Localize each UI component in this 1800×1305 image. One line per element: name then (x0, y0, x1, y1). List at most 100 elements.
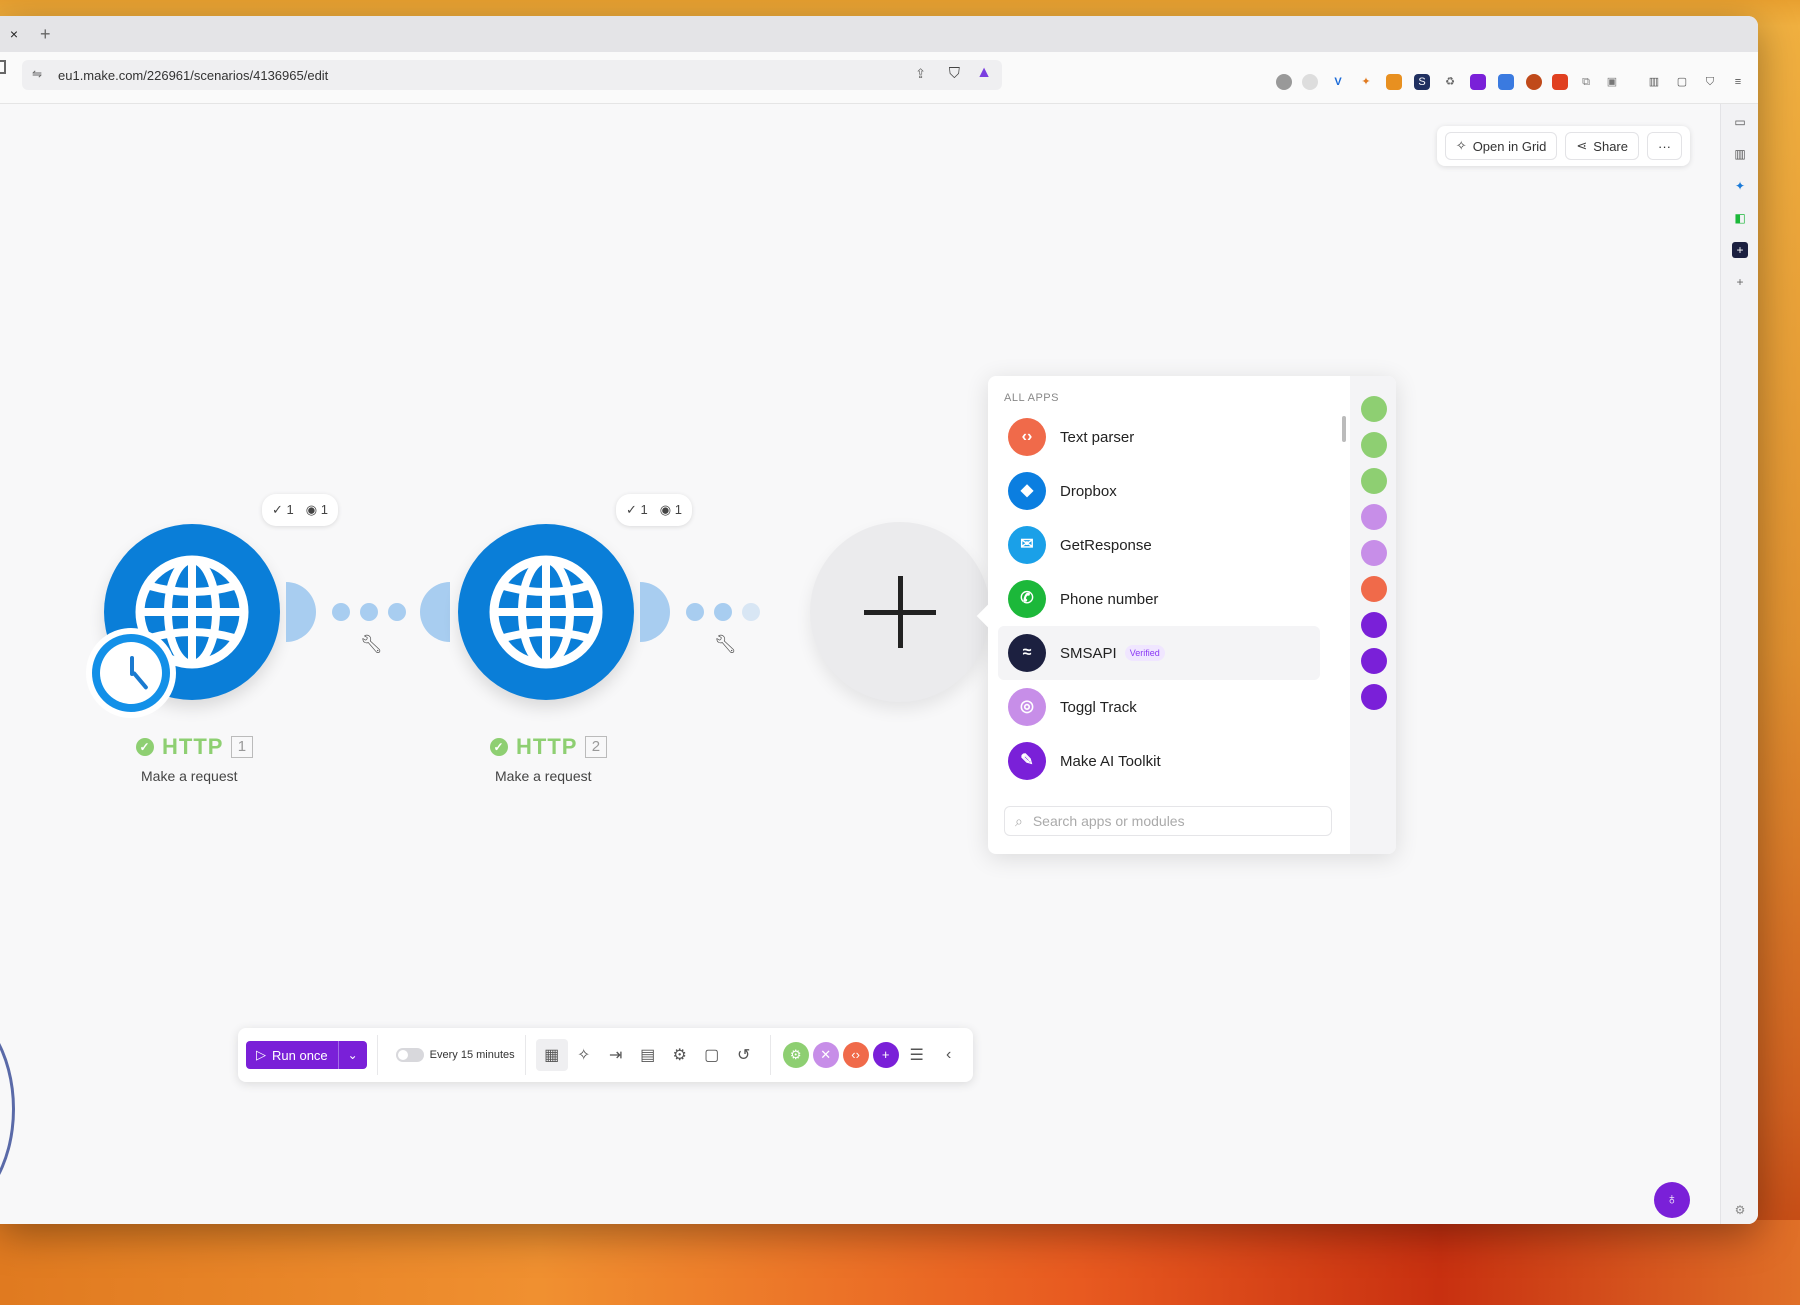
address-bar[interactable]: ⇋ eu1.make.com/226961/scenarios/4136965/… (22, 60, 1002, 90)
wallet-icon[interactable]: ▢ (1674, 74, 1690, 90)
extension-circle-icon[interactable] (1276, 74, 1292, 90)
schedule-clock-icon[interactable] (86, 628, 176, 718)
schedule-label[interactable]: Every 15 minutes (430, 1049, 515, 1061)
recent-app-icon[interactable] (1361, 648, 1387, 674)
extension-v-icon[interactable]: V (1330, 74, 1346, 90)
undo-icon[interactable]: ↺ (728, 1039, 760, 1071)
collapse-chevron-icon[interactable]: ‹ (933, 1039, 965, 1071)
help-lightbulb-icon[interactable]: ♁ (1654, 1182, 1690, 1218)
extensions-puzzle-icon[interactable]: ⧉ (1578, 74, 1594, 90)
scenario-header-actions: ✧ Open in Grid ⋖ Share ··· (1436, 126, 1690, 166)
open-in-grid-button[interactable]: ✧ Open in Grid (1444, 132, 1558, 160)
toolbar-separator (376, 1035, 378, 1075)
share-page-icon[interactable]: ⇪ (915, 66, 926, 82)
app-item-toggl-track[interactable]: ◎ Toggl Track (998, 680, 1320, 734)
toggl-icon: ◎ (1008, 688, 1046, 726)
app-item-make-ai-toolkit[interactable]: ✎ Make AI Toolkit (998, 734, 1320, 788)
app-item-text-parser[interactable]: ‹› Text parser (998, 410, 1320, 464)
brave-shield-icon[interactable]: ⛉ (949, 65, 960, 82)
add-sidebar-icon[interactable]: + (1732, 274, 1748, 290)
extension-grid-icon[interactable] (1470, 74, 1486, 90)
flow-app-icon[interactable]: ✕ (812, 1042, 839, 1068)
module-2-stats[interactable]: ✓ 1 ◉ 1 (616, 494, 692, 526)
brave-rewards-icon[interactable]: ▲ (976, 64, 992, 82)
flow-control-icon[interactable]: ⇥ (600, 1039, 632, 1071)
recent-app-icon[interactable] (1361, 612, 1387, 638)
http-module-2[interactable] (458, 524, 634, 700)
app-label: Toggl Track (1060, 698, 1137, 716)
extension-ball-icon[interactable] (1526, 74, 1542, 90)
recent-app-icon[interactable] (1361, 684, 1387, 710)
new-tab-button[interactable]: + (40, 24, 51, 45)
recent-app-icon[interactable] (1361, 396, 1387, 422)
run-options-chevron-icon[interactable]: ⌄ (339, 1048, 367, 1062)
text-parser-app-icon[interactable]: ‹› (842, 1042, 869, 1068)
module-1-title: ✓ HTTP 1 (136, 734, 254, 760)
connection-dot[interactable] (686, 603, 704, 621)
vpn-icon[interactable]: ⛉ (1702, 74, 1718, 90)
pin-icon[interactable]: ✦ (1732, 178, 1748, 194)
recent-app-icon[interactable] (1361, 540, 1387, 566)
connection-dot[interactable] (388, 603, 406, 621)
connection-dot[interactable] (742, 603, 760, 621)
route-settings-wrench-icon[interactable]: 🔧︎ (360, 634, 383, 655)
share-button[interactable]: ⋖ Share (1565, 132, 1639, 160)
extension-translate-icon[interactable] (1498, 74, 1514, 90)
apps-scrollbar[interactable] (1342, 416, 1346, 442)
meet-icon[interactable]: ◧ (1732, 210, 1748, 226)
add-app-icon[interactable]: + (872, 1042, 899, 1068)
extension-badge-icon[interactable] (1552, 74, 1568, 90)
recent-app-icon[interactable] (1361, 432, 1387, 458)
menu-icon[interactable]: ≡ (1730, 74, 1746, 90)
connection-dot[interactable] (714, 603, 732, 621)
module-2-input-port (420, 582, 450, 642)
scheduling-calendar-icon[interactable]: ▦ (535, 1039, 568, 1071)
magic-wand-icon[interactable]: ✧ (568, 1039, 600, 1071)
connection-dot[interactable] (360, 603, 378, 621)
plus-icon-bar (864, 610, 936, 615)
app-item-getresponse[interactable]: ✉ GetResponse (998, 518, 1320, 572)
app-item-dropbox[interactable]: ◆ Dropbox (998, 464, 1320, 518)
connection-dot[interactable] (332, 603, 350, 621)
extension-orange-icon[interactable] (1386, 74, 1402, 90)
recent-apps-rail (1350, 376, 1396, 854)
search-apps-input[interactable]: ⌕ Search apps or modules (1004, 806, 1332, 836)
success-check-icon: ✓ (136, 738, 154, 756)
route-settings-wrench-icon[interactable]: 🔧︎ (714, 634, 737, 655)
module-1-stats[interactable]: ✓ 1 ◉ 1 (262, 494, 338, 526)
sidebar-settings-gear-icon[interactable]: ⚙ (1732, 1202, 1748, 1218)
app-item-phone-number[interactable]: ✆ Phone number (998, 572, 1320, 626)
more-options-button[interactable]: ··· (1647, 132, 1682, 160)
run-once-button[interactable]: ▷ Run once ⌄ (246, 1041, 367, 1069)
module-1-output-port (286, 582, 316, 642)
plus-app-icon[interactable]: + (1732, 242, 1748, 258)
schedule-toggle[interactable] (395, 1048, 424, 1062)
tools-app-icon[interactable]: ⚙ (782, 1042, 809, 1068)
bookmarks-icon[interactable]: ▭ (1732, 114, 1748, 130)
recent-app-icon[interactable] (1361, 504, 1387, 530)
recent-app-icon[interactable] (1361, 468, 1387, 494)
tab-close-button[interactable]: × (6, 26, 22, 42)
settings-gear-icon[interactable]: ⚙ (664, 1039, 696, 1071)
notes-icon[interactable]: ▢ (696, 1039, 728, 1071)
extension-screen-icon[interactable]: ▣ (1604, 74, 1620, 90)
scenario-canvas[interactable]: ✧ Open in Grid ⋖ Share ··· ✓ 1 ◉ 1 🔧︎ ✓ … (0, 104, 1720, 1224)
run-once-main[interactable]: ▷ Run once (246, 1041, 339, 1069)
reading-list-icon[interactable]: ▥ (1732, 146, 1748, 162)
play-icon: ▷ (256, 1047, 266, 1062)
app-item-smsapi[interactable]: ≈ SMSAPI Verified (998, 626, 1320, 680)
sidebar-toggle-icon[interactable]: ▥ (1646, 74, 1662, 90)
extension-recycle-icon[interactable]: ♻ (1442, 74, 1458, 90)
globe-icon (489, 555, 603, 669)
recent-app-icon[interactable] (1361, 576, 1387, 602)
extension-cloud-icon[interactable] (1302, 74, 1318, 90)
module-1-subtitle: Make a request (141, 768, 238, 784)
extension-s-icon[interactable]: S (1414, 74, 1430, 90)
site-settings-icon[interactable]: ⇋ (32, 67, 42, 81)
add-module-button[interactable] (810, 522, 990, 702)
extension-fox-icon[interactable]: ✦ (1358, 74, 1374, 90)
list-options-icon[interactable]: ☰ (901, 1039, 933, 1071)
bookmark-icon[interactable] (0, 60, 6, 74)
data-store-icon[interactable]: ▤ (632, 1039, 664, 1071)
url-text[interactable]: eu1.make.com/226961/scenarios/4136965/ed… (58, 68, 328, 83)
